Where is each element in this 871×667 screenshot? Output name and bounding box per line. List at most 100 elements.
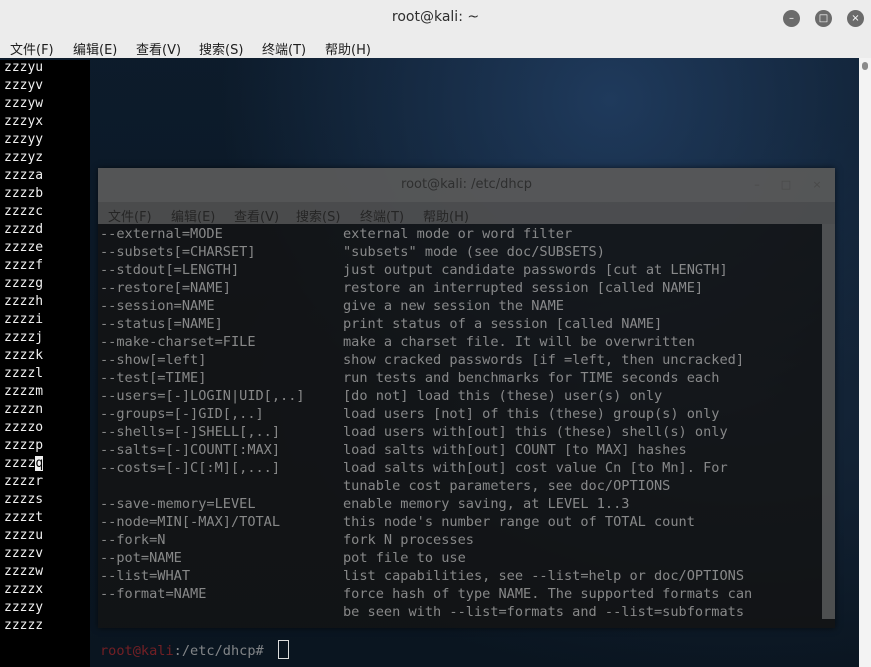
menu-terminal[interactable]: 终端(T) <box>262 39 306 58</box>
wordlist-line: zzzyz <box>4 150 44 165</box>
wordlist-line: zzzzq <box>4 455 44 473</box>
wordlist-line: zzzzl <box>4 366 44 381</box>
wordlist-line: zzzzc <box>4 204 44 219</box>
menu-file[interactable]: 文件(F) <box>10 39 54 58</box>
terminal-scroll-thumb[interactable] <box>862 62 868 70</box>
help-description: pot file to use <box>343 550 466 566</box>
help-option: --save-memory=LEVEL <box>100 496 256 512</box>
menu-edit[interactable]: 编辑(E) <box>73 39 117 58</box>
help-option: --restore[=NAME] <box>100 280 231 296</box>
background-menu-view[interactable]: 查看(V) <box>234 206 279 225</box>
terminal-cursor <box>277 640 289 659</box>
help-description: be seen with --list=formats and --list=s… <box>343 604 745 620</box>
help-option: --pot=NAME <box>100 550 182 566</box>
help-description: load users [not] of this (these) group(s… <box>343 406 720 422</box>
shell-prompt[interactable]: root@kali:/etc/dhcp# <box>100 640 289 659</box>
wordlist-line: zzzzi <box>4 312 44 327</box>
background-terminal-scrollbar[interactable] <box>822 224 835 619</box>
menu-help[interactable]: 帮助(H) <box>325 39 371 58</box>
wordlist-line: zzzzo <box>4 420 44 435</box>
menu-search[interactable]: 搜索(S) <box>199 39 243 58</box>
text-cursor: q <box>35 456 44 471</box>
wordlist-line: zzzzy <box>4 600 44 615</box>
wordlist-line: zzzyw <box>4 96 44 111</box>
help-option: --make-charset=FILE <box>100 334 256 350</box>
john-help-output: --external=MODE external mode or word fil… <box>98 224 822 628</box>
wordlist-line: zzzza <box>4 168 44 183</box>
help-description: make a charset file. It will be overwrit… <box>343 334 695 350</box>
help-description: [do not] load this (these) user(s) only <box>343 388 663 404</box>
help-option: --subsets[=CHARSET] <box>100 244 256 260</box>
wordlist-line: zzzyy <box>4 132 44 147</box>
terminal-scrollbar[interactable] <box>859 58 871 667</box>
wordlist-line: zzzzp <box>4 438 44 453</box>
help-option: --session=NAME <box>100 298 215 314</box>
help-option: --costs=[-]C[:M][,...] <box>100 460 281 476</box>
help-option: --test[=TIME] <box>100 370 207 386</box>
help-description: tunable cost parameters, see doc/OPTIONS <box>343 478 671 494</box>
help-description: external mode or word filter <box>343 226 573 242</box>
help-description: give a new session the NAME <box>343 298 564 314</box>
terminal-menubar: 文件(F) 编辑(E) 查看(V) 搜索(S) 终端(T) 帮助(H) <box>0 36 871 58</box>
help-option: --salts=[-]COUNT[:MAX] <box>100 442 281 458</box>
wordlist-line: zzzzv <box>4 546 44 561</box>
wordlist-line: zzzzs <box>4 492 44 507</box>
help-description: enable memory saving, at LEVEL 1..3 <box>343 496 630 512</box>
wordlist-line: zzzyx <box>4 114 44 129</box>
wordlist-line: zzzzh <box>4 294 44 309</box>
background-terminal-menubar: 文件(F) 编辑(E) 查看(V) 搜索(S) 终端(T) 帮助(H) <box>98 202 835 225</box>
maximize-button[interactable]: □ <box>815 10 832 27</box>
wordlist-output: zzzyu zzzyv zzzyw zzzyx zzzyy zzzyz zzzza zzzzb… <box>0 60 90 667</box>
terminal-titlebar[interactable]: root@kali: ~ – □ × <box>0 0 871 37</box>
help-description: this node's number range out of TOTAL co… <box>343 514 695 530</box>
wordlist-line: zzzzw <box>4 564 44 579</box>
help-description: fork N processes <box>343 532 474 548</box>
wordlist-line: zzzzb <box>4 186 44 201</box>
wordlist-line: zzzzg <box>4 276 44 291</box>
wordlist-line: zzzzj <box>4 330 44 345</box>
prompt-user: root@kali <box>100 643 174 659</box>
wordlist-line: zzzyu <box>4 60 44 75</box>
background-terminal-window[interactable]: root@kali: /etc/dhcp – □ × 文件(F) 编辑(E) 查… <box>98 168 835 628</box>
wordlist-line: zzzyv <box>4 78 44 93</box>
wordlist-line: zzzze <box>4 240 44 255</box>
close-button[interactable]: × <box>847 10 864 27</box>
help-option: --show[=left] <box>100 352 207 368</box>
help-option: --node=MIN[-MAX]/TOTAL <box>100 514 281 530</box>
background-maximize-button[interactable]: □ <box>779 178 793 192</box>
help-description: load salts with[out] COUNT [to MAX] hash… <box>343 442 687 458</box>
help-description: "subsets" mode (see doc/SUBSETS) <box>343 244 605 260</box>
wordlist-line: zzzzx <box>4 582 44 597</box>
background-minimize-button[interactable]: – <box>750 178 764 192</box>
help-option: --format=NAME <box>100 586 207 602</box>
help-option: --stdout[=LENGTH] <box>100 262 240 278</box>
wordlist-line: zzzzn <box>4 402 44 417</box>
help-description: force hash of type NAME. The supported f… <box>343 586 753 602</box>
wordlist-line: zzzzu <box>4 528 44 543</box>
wordlist-line: zzzzm <box>4 384 44 399</box>
help-description: just output candidate passwords [cut at … <box>343 262 728 278</box>
wordlist-line: zzzzd <box>4 222 44 237</box>
wordlist-line: zzzzf <box>4 258 44 273</box>
help-option: --list=WHAT <box>100 568 191 584</box>
background-menu-help[interactable]: 帮助(H) <box>423 206 469 225</box>
help-description: print status of a session [called NAME] <box>343 316 663 332</box>
wordlist-line: zzzzz <box>4 618 44 633</box>
background-menu-search[interactable]: 搜索(S) <box>296 206 340 225</box>
wordlist-line: zzzzk <box>4 348 44 363</box>
background-menu-edit[interactable]: 编辑(E) <box>171 206 215 225</box>
help-option: --shells=[-]SHELL[,..] <box>100 424 281 440</box>
prompt-path: :/etc/dhcp# <box>173 643 272 659</box>
help-description: run tests and benchmarks for TIME second… <box>343 370 720 386</box>
background-terminal-titlebar[interactable]: root@kali: /etc/dhcp – □ × <box>98 168 835 202</box>
wordlist-line: zzzzr <box>4 474 44 489</box>
help-option: --users=[-]LOGIN|UID[,..] <box>100 388 305 404</box>
menu-view[interactable]: 查看(V) <box>136 39 181 58</box>
background-menu-file[interactable]: 文件(F) <box>108 206 152 225</box>
minimize-button[interactable]: – <box>783 10 800 27</box>
background-menu-terminal[interactable]: 终端(T) <box>360 206 404 225</box>
help-option: --external=MODE <box>100 226 223 242</box>
help-description: list capabilities, see --list=help or do… <box>343 568 745 584</box>
help-option: --fork=N <box>100 532 166 548</box>
background-close-button[interactable]: × <box>810 178 824 192</box>
